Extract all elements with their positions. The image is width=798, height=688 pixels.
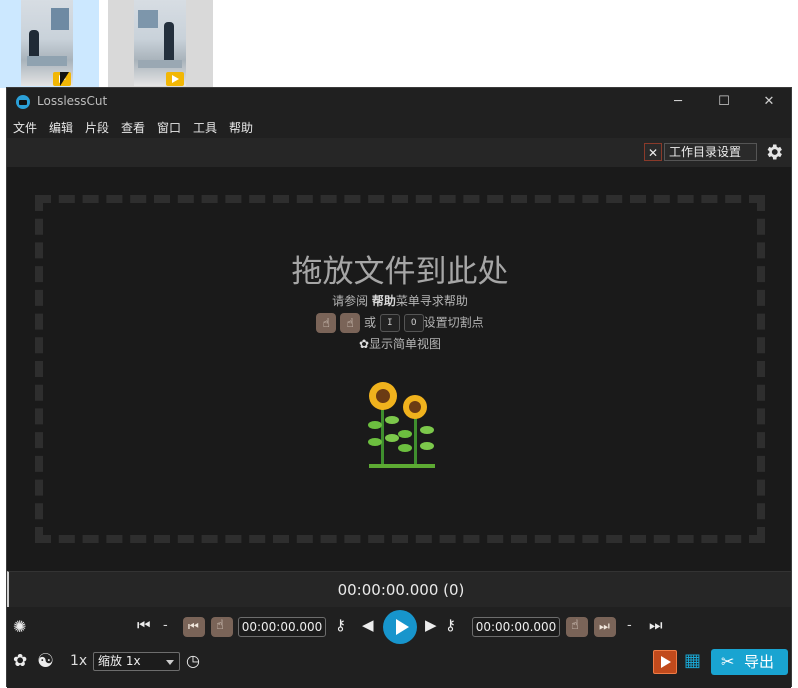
desktop-file-thumbnail-selected[interactable] [0, 0, 99, 88]
key-o: O [403, 314, 424, 332]
current-timecode[interactable]: 00:00:00.000 (0) [9, 581, 793, 599]
set-cut-start-button[interactable]: ☝ [211, 617, 233, 637]
desktop-file-thumbnail[interactable] [108, 0, 213, 88]
menu-segments[interactable]: 片段 [85, 119, 109, 136]
clear-working-dir-button[interactable]: ✕ [644, 143, 662, 161]
desktop [0, 0, 798, 88]
help-hint-suffix: 菜单寻求帮助 [395, 294, 468, 308]
jump-cut-end-button[interactable]: ⏭ [594, 617, 616, 637]
key-icon[interactable]: ⚷ [335, 616, 346, 634]
menu-edit[interactable]: 编辑 [49, 119, 73, 136]
set-cut-start-icon: ☝ [316, 313, 337, 333]
segments-list-icon[interactable]: ▦ [684, 650, 701, 671]
mouse-cursor-icon [60, 72, 69, 86]
key-icon-end[interactable]: ⚷ [445, 616, 456, 634]
jump-cut-start-button[interactable]: ⏮ [183, 617, 205, 637]
cut-start-time-input[interactable]: 00:00:00.000 [238, 617, 326, 637]
cut-hint-suffix: 设置切割点 [423, 315, 484, 330]
cut-end-dash: - [627, 618, 632, 633]
menu-file[interactable]: 文件 [13, 119, 37, 136]
close-window-button[interactable]: ✕ [746, 90, 792, 114]
settings-gear-icon[interactable] [764, 142, 784, 162]
brightness-icon[interactable]: ✺ [13, 617, 26, 636]
cut-end-time-input[interactable]: 00:00:00.000 [472, 617, 560, 637]
cut-hint: ☝ ☝ 或 I O 设置切割点 [7, 313, 793, 333]
set-cut-end-icon: ☝ [340, 313, 361, 333]
play-button[interactable] [383, 610, 417, 644]
menu-window[interactable]: 窗口 [157, 119, 181, 136]
working-dir-button[interactable]: 工作目录设置 [664, 143, 757, 161]
step-back-icon[interactable]: ◀ [362, 616, 374, 634]
sunflower-illustration [368, 382, 435, 468]
set-cut-end-button[interactable]: ☝ [566, 617, 588, 637]
timeline[interactable]: 00:00:00.000 (0) [7, 571, 791, 607]
simple-mode-icon[interactable]: ✿ [13, 651, 27, 671]
jump-start-icon[interactable]: ⏮ [137, 616, 151, 634]
menu-view[interactable]: 查看 [121, 119, 145, 136]
window-title: LosslessCut [37, 94, 108, 108]
maximize-button[interactable]: ☐ [701, 90, 747, 114]
minimize-button[interactable]: ─ [655, 90, 701, 114]
skip-back-icon: ⏮ [188, 619, 199, 633]
simple-view-link[interactable]: ✿显示简单视图 [7, 335, 793, 352]
pointing-hand-icon: ☝ [571, 618, 579, 633]
help-hint: 请参阅 帮助菜单寻求帮助 [7, 292, 793, 309]
bottom-controls: ✺ ⏮ - ⏮ ☝ 00:00:00.000 ⚷ ◀ ▶ ⚷ 00:00:00.… [7, 607, 791, 688]
key-i: I [379, 314, 400, 332]
step-forward-icon[interactable]: ▶ [425, 616, 437, 634]
scissors-icon: ✂ [721, 652, 735, 671]
app-window: LosslessCut ─ ☐ ✕ 文件 编辑 片段 查看 窗口 工具 帮助 ✕… [6, 87, 792, 688]
drop-area[interactable]: 拖放文件到此处 请参阅 帮助菜单寻求帮助 ☝ ☝ 或 I O 设置切割点 ✿显示简… [7, 167, 791, 571]
title-bar: LosslessCut ─ ☐ ✕ [7, 88, 791, 116]
playback-speed[interactable]: 1x [70, 653, 87, 669]
zoom-select[interactable]: 缩放 1x [93, 652, 180, 671]
record-play-icon [661, 656, 671, 668]
drop-title: 拖放文件到此处 [291, 254, 509, 290]
baby-icon: ✿ [358, 337, 370, 351]
menu-tools[interactable]: 工具 [193, 119, 217, 136]
video-file-badge-icon [166, 72, 184, 86]
menu-bar: 文件 编辑 片段 查看 窗口 工具 帮助 [7, 116, 791, 138]
export-label: 导出 [744, 653, 775, 671]
simple-view-label: 显示简单视图 [369, 337, 442, 351]
pointing-hand-icon: ☝ [216, 618, 224, 633]
top-toolbar: ✕ 工作目录设置 [7, 138, 791, 167]
export-button[interactable]: ✂ 导出 [711, 649, 788, 675]
jump-end-icon[interactable]: ⏭ [649, 616, 663, 634]
menu-help[interactable]: 帮助 [229, 119, 253, 136]
skip-forward-icon: ⏭ [599, 619, 610, 633]
app-logo-icon [16, 95, 30, 109]
gauge-icon[interactable]: ◷ [186, 651, 200, 670]
cut-hint-or: 或 [363, 315, 376, 330]
yin-yang-icon[interactable]: ☯ [37, 650, 54, 672]
help-hint-prefix: 请参阅 [332, 294, 372, 308]
export-mode-button[interactable] [653, 650, 677, 674]
help-menu-link[interactable]: 帮助 [372, 294, 396, 308]
cut-start-dash: - [163, 618, 168, 633]
